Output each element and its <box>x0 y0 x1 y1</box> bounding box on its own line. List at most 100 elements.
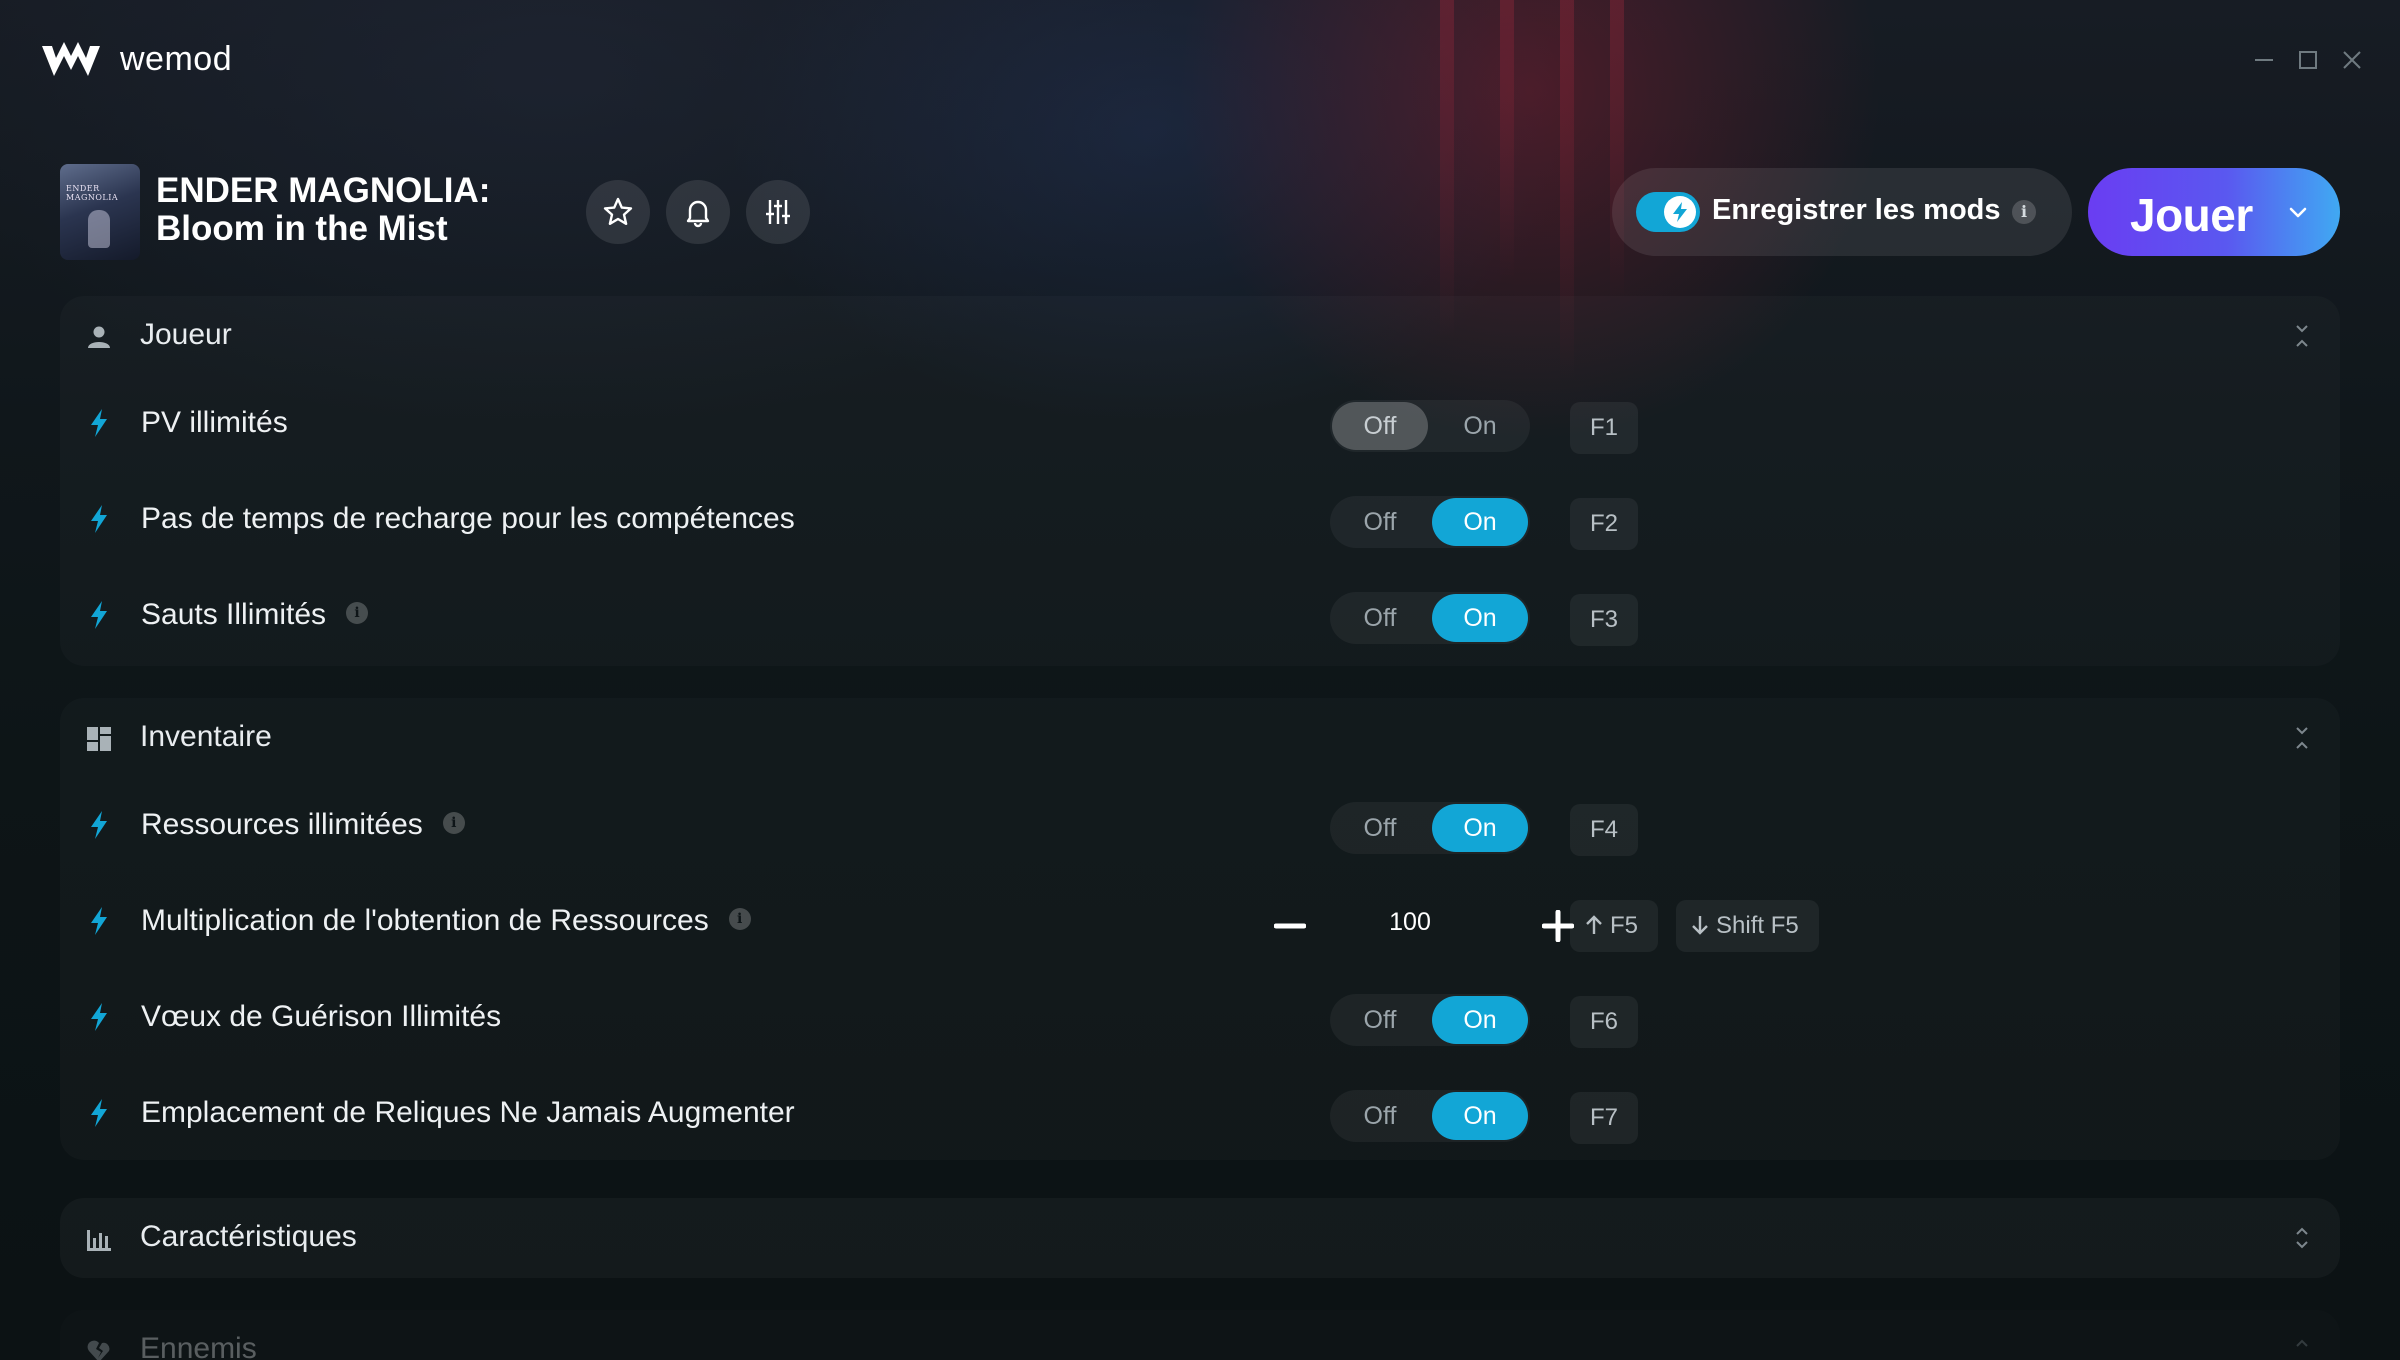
section-header[interactable]: Caractéristiques <box>60 1198 2340 1278</box>
decrease-button[interactable] <box>1270 906 1310 946</box>
mod-row: Ressources illimitées i Off On F4 <box>60 780 2340 870</box>
hotkey-badge[interactable]: F5 <box>1570 900 1659 952</box>
mod-label: Vœux de Guérison Illimités <box>141 1000 502 1033</box>
mod-label: Pas de temps de recharge pour les compét… <box>141 502 795 535</box>
notifications-button[interactable] <box>666 180 730 244</box>
bolt-icon <box>91 505 107 533</box>
minimize-icon[interactable] <box>2252 48 2276 72</box>
maximize-icon[interactable] <box>2296 48 2320 72</box>
collapse-icon[interactable] <box>2292 724 2312 752</box>
broken-heart-icon <box>87 1340 110 1360</box>
mod-label-wrap: Ressources illimitées i <box>141 808 465 842</box>
person-icon <box>88 326 110 348</box>
star-icon <box>603 197 633 225</box>
hotkey-badge[interactable]: F3 <box>1570 594 1639 646</box>
collapse-icon[interactable] <box>2292 322 2312 350</box>
hotkey-badge[interactable]: F2 <box>1570 498 1639 550</box>
mod-toggle: Off On <box>1330 400 1530 452</box>
toggle-on-option[interactable]: On <box>1432 996 1528 1044</box>
bolt-icon <box>91 907 107 935</box>
arrow-up-icon <box>1586 915 1602 934</box>
settings-button[interactable] <box>746 180 810 244</box>
save-mods-toggle[interactable] <box>1636 192 1700 232</box>
mod-row: Emplacement de Reliques Ne Jamais Augmen… <box>60 1068 2340 1158</box>
section-header[interactable]: Joueur <box>60 296 2340 376</box>
bolt-icon <box>91 409 107 437</box>
info-icon[interactable]: i <box>346 602 369 625</box>
info-icon[interactable]: i <box>442 812 465 835</box>
toggle-knob <box>1664 196 1696 228</box>
play-button[interactable]: Jouer <box>2088 168 2340 256</box>
toggle-off-option[interactable]: Off <box>1332 1092 1428 1140</box>
mod-toggle: Off On <box>1330 1090 1530 1142</box>
toggle-off-option[interactable]: Off <box>1332 804 1428 852</box>
toggle-on-option[interactable]: On <box>1432 594 1528 642</box>
section-title: Joueur <box>140 318 232 351</box>
section-title: Ennemis <box>140 1332 257 1360</box>
bar-chart-icon <box>87 1230 111 1251</box>
toggle-off-option[interactable]: Off <box>1332 996 1428 1044</box>
minus-icon <box>1274 923 1306 929</box>
mod-row: Pas de temps de recharge pour les compét… <box>60 474 2340 564</box>
toggle-off-option[interactable]: Off <box>1332 498 1428 546</box>
hotkey-badge[interactable]: Shift F5 <box>1676 900 1819 952</box>
mod-row: Sauts Illimités i Off On F3 <box>60 570 2340 660</box>
toggle-off-option[interactable]: Off <box>1332 402 1428 450</box>
info-icon[interactable]: i <box>2012 200 2036 224</box>
chevron-down-icon[interactable] <box>2286 200 2310 224</box>
cover-figure <box>88 210 110 248</box>
game-title-line2: Bloom in the Mist <box>156 209 448 248</box>
favorite-button[interactable] <box>586 180 650 244</box>
arrow-down-icon <box>1692 916 1708 935</box>
save-mods-control: Enregistrer les mods i <box>1612 168 2072 256</box>
section-header[interactable]: Inventaire <box>60 698 2340 778</box>
stepper-value[interactable]: 100 <box>1330 908 1490 937</box>
mod-label: PV illimités <box>141 406 288 439</box>
mod-label-wrap: Multiplication de l'obtention de Ressour… <box>141 904 751 938</box>
toggle-off-option[interactable]: Off <box>1332 594 1428 642</box>
section-enemies: Ennemis <box>60 1310 2340 1360</box>
section-player: Joueur PV illimités Off On F1 Pas de tem… <box>60 296 2340 666</box>
toggle-on-option[interactable]: On <box>1432 402 1528 450</box>
app-brand: wemod <box>120 40 233 78</box>
bolt-icon <box>91 601 107 629</box>
mod-toggle: Off On <box>1330 496 1530 548</box>
sliders-icon <box>766 200 790 224</box>
hotkey-text: Shift F5 <box>1716 912 1799 939</box>
bolt-icon <box>91 1099 107 1127</box>
game-title-line1: ENDER MAGNOLIA: <box>156 171 491 210</box>
cover-title: ENDER MAGNOLIA <box>66 184 119 202</box>
bolt-icon <box>91 811 107 839</box>
bell-icon <box>686 200 710 228</box>
section-title: Inventaire <box>140 720 272 753</box>
play-label: Jouer <box>2130 189 2253 241</box>
save-mods-label: Enregistrer les mods <box>1712 194 2001 226</box>
hotkey-badge[interactable]: F4 <box>1570 804 1639 856</box>
toggle-on-option[interactable]: On <box>1432 804 1528 852</box>
close-icon[interactable] <box>2340 48 2364 72</box>
hotkey-badge[interactable]: F6 <box>1570 996 1639 1048</box>
info-icon[interactable]: i <box>728 908 751 931</box>
mod-toggle: Off On <box>1330 592 1530 644</box>
toggle-on-option[interactable]: On <box>1432 498 1528 546</box>
mod-label: Ressources illimitées <box>141 808 423 841</box>
wemod-logo <box>42 42 100 76</box>
mod-row: Multiplication de l'obtention de Ressour… <box>60 876 2340 966</box>
expand-icon[interactable] <box>2292 1224 2312 1252</box>
mod-label-wrap: Sauts Illimités i <box>141 598 369 632</box>
hotkey-text: F5 <box>1610 912 1639 939</box>
section-inventory: Inventaire Ressources illimitées i Off On… <box>60 698 2340 1160</box>
toggle-on-option[interactable]: On <box>1432 1092 1528 1140</box>
hotkey-badge[interactable]: F1 <box>1570 402 1639 454</box>
section-title: Caractéristiques <box>140 1220 357 1253</box>
game-cover: ENDER MAGNOLIA <box>60 164 140 260</box>
mod-label: Emplacement de Reliques Ne Jamais Augmen… <box>141 1096 795 1129</box>
mod-label: Multiplication de l'obtention de Ressour… <box>141 904 709 937</box>
section-header[interactable]: Ennemis <box>60 1310 2340 1360</box>
title-bar: wemod <box>0 0 2400 120</box>
mod-label: Sauts Illimités <box>141 598 327 631</box>
hotkey-badge[interactable]: F7 <box>1570 1092 1639 1144</box>
expand-icon[interactable] <box>2292 1336 2312 1360</box>
mod-toggle: Off On <box>1330 994 1530 1046</box>
bolt-icon <box>1673 202 1687 222</box>
